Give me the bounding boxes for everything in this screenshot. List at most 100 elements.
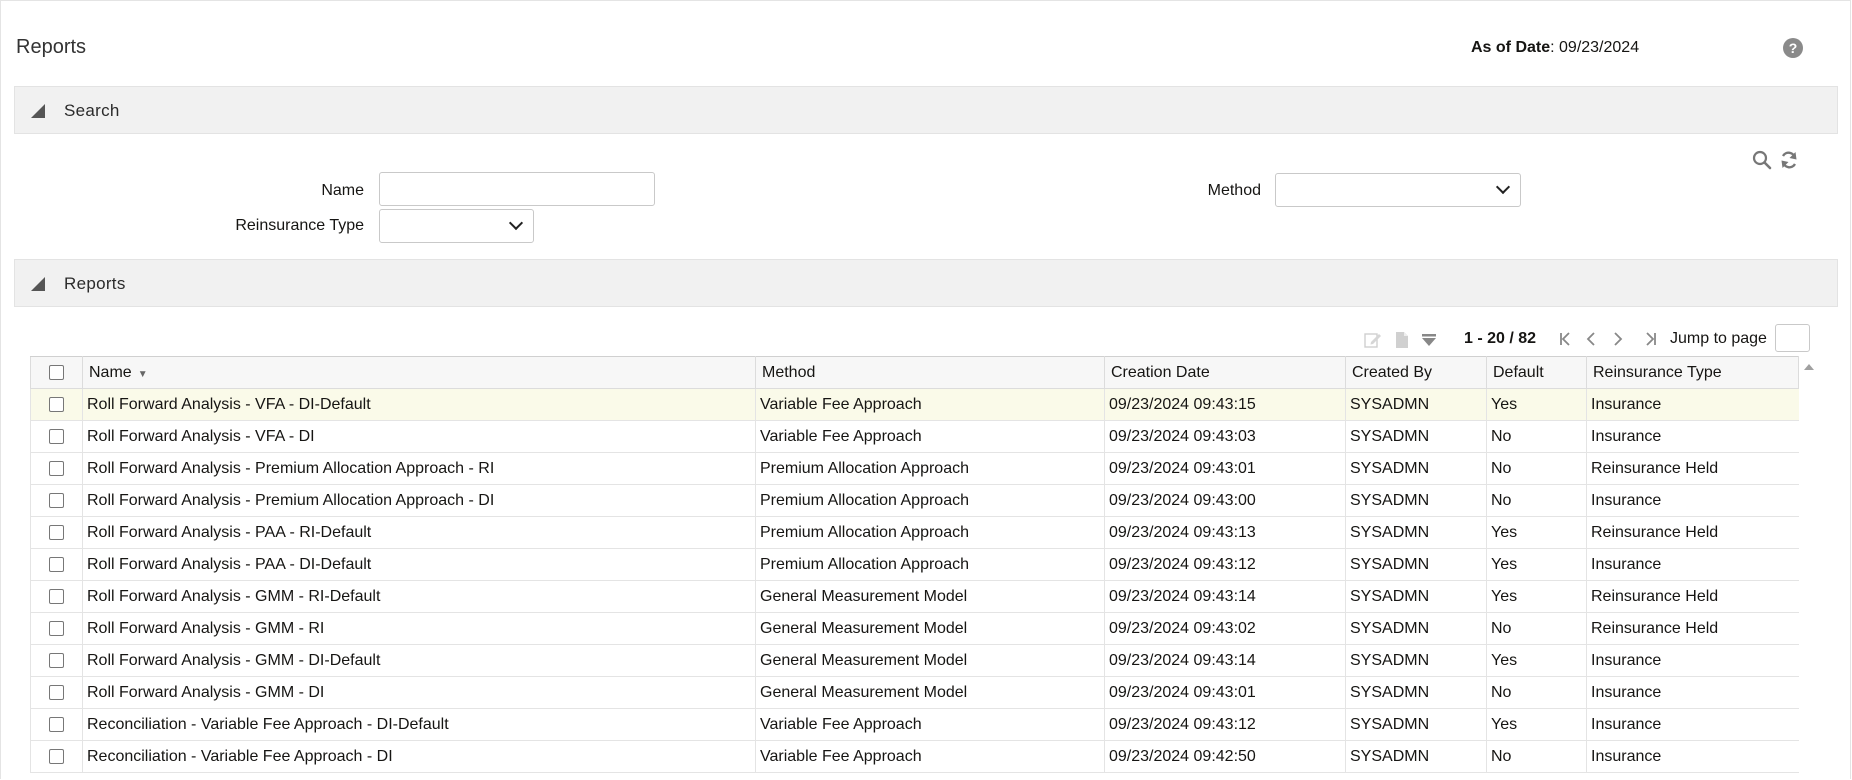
cell-creation-date: 09/23/2024 09:43:13 <box>1104 516 1346 549</box>
row-select-cell <box>30 388 83 421</box>
cell-reinsurance-type: Insurance <box>1586 484 1799 517</box>
column-header-default[interactable]: Default <box>1486 356 1587 389</box>
cell-created-by: SYSADMN <box>1345 612 1487 645</box>
as-of-date: As of Date: 09/23/2024 <box>1471 39 1639 57</box>
table-row[interactable]: Roll Forward Analysis - GMM - DI General… <box>30 676 1799 709</box>
select-all-cell <box>30 356 83 389</box>
cell-name[interactable]: Roll Forward Analysis - GMM - RI-Default <box>82 580 756 613</box>
cell-created-by: SYSADMN <box>1345 516 1487 549</box>
method-label: Method <box>1207 182 1261 199</box>
cell-name[interactable]: Roll Forward Analysis - GMM - DI <box>82 676 756 709</box>
first-page-icon[interactable] <box>1558 331 1572 347</box>
column-header-method[interactable]: Method <box>755 356 1105 389</box>
table-row[interactable]: Roll Forward Analysis - Premium Allocati… <box>30 452 1799 485</box>
filter-icon[interactable] <box>1420 331 1438 349</box>
cell-name[interactable]: Roll Forward Analysis - GMM - DI-Default <box>82 644 756 677</box>
jump-to-page-input[interactable] <box>1775 324 1810 352</box>
row-checkbox[interactable] <box>49 588 64 604</box>
row-checkbox[interactable] <box>49 620 64 636</box>
cell-creation-date: 09/23/2024 09:43:14 <box>1104 580 1346 613</box>
column-header-creation-date[interactable]: Creation Date <box>1104 356 1346 389</box>
cell-created-by: SYSADMN <box>1345 452 1487 485</box>
refresh-icon[interactable] <box>1779 150 1799 170</box>
table-row[interactable]: Roll Forward Analysis - PAA - RI-Default… <box>30 516 1799 549</box>
add-icon[interactable] <box>1393 331 1411 349</box>
search-icon[interactable] <box>1752 150 1772 170</box>
row-checkbox[interactable] <box>49 716 64 732</box>
edit-icon[interactable] <box>1364 331 1382 349</box>
cell-name[interactable]: Roll Forward Analysis - GMM - RI <box>82 612 756 645</box>
row-select-cell <box>30 676 83 709</box>
scroll-up-icon[interactable] <box>1804 364 1814 370</box>
cell-created-by: SYSADMN <box>1345 740 1487 773</box>
reports-panel-header[interactable]: Reports <box>14 259 1838 307</box>
table-row[interactable]: Roll Forward Analysis - Premium Allocati… <box>30 484 1799 517</box>
cell-created-by: SYSADMN <box>1345 580 1487 613</box>
reinsurance-type-select[interactable] <box>379 209 534 243</box>
column-header-name[interactable]: Name ▼ <box>82 356 756 389</box>
cell-creation-date: 09/23/2024 09:43:02 <box>1104 612 1346 645</box>
as-of-label: As of Date <box>1471 39 1551 56</box>
cell-created-by: SYSADMN <box>1345 484 1487 517</box>
cell-method: General Measurement Model <box>755 580 1105 613</box>
row-checkbox[interactable] <box>49 684 64 700</box>
cell-default: No <box>1486 420 1587 453</box>
row-select-cell <box>30 708 83 741</box>
table-row[interactable]: Roll Forward Analysis - PAA - DI-Default… <box>30 548 1799 581</box>
cell-name[interactable]: Reconciliation - Variable Fee Approach -… <box>82 740 756 773</box>
cell-default: Yes <box>1486 388 1587 421</box>
row-checkbox[interactable] <box>49 748 64 764</box>
row-select-cell <box>30 612 83 645</box>
collapse-triangle-icon[interactable] <box>31 104 45 118</box>
cell-name[interactable]: Roll Forward Analysis - Premium Allocati… <box>82 452 756 485</box>
table-row[interactable]: Roll Forward Analysis - VFA - DI Variabl… <box>30 420 1799 453</box>
row-checkbox[interactable] <box>49 556 64 572</box>
row-checkbox[interactable] <box>49 460 64 476</box>
table-row[interactable]: Roll Forward Analysis - GMM - RI General… <box>30 612 1799 645</box>
collapse-triangle-icon[interactable] <box>31 277 45 291</box>
row-checkbox[interactable] <box>49 652 64 668</box>
next-page-icon[interactable] <box>1612 331 1624 347</box>
cell-method: Variable Fee Approach <box>755 388 1105 421</box>
table-row[interactable]: Roll Forward Analysis - GMM - DI-Default… <box>30 644 1799 677</box>
row-checkbox[interactable] <box>49 524 64 540</box>
cell-default: Yes <box>1486 548 1587 581</box>
row-select-cell <box>30 452 83 485</box>
cell-reinsurance-type: Reinsurance Held <box>1586 452 1799 485</box>
row-checkbox[interactable] <box>49 492 64 508</box>
table-row[interactable]: Reconciliation - Variable Fee Approach -… <box>30 708 1799 741</box>
cell-name[interactable]: Reconciliation - Variable Fee Approach -… <box>82 708 756 741</box>
cell-reinsurance-type: Insurance <box>1586 708 1799 741</box>
cell-created-by: SYSADMN <box>1345 388 1487 421</box>
search-panel-header[interactable]: Search <box>14 86 1838 134</box>
table-row[interactable]: Reconciliation - Variable Fee Approach -… <box>30 740 1799 773</box>
cell-name[interactable]: Roll Forward Analysis - PAA - RI-Default <box>82 516 756 549</box>
row-checkbox[interactable] <box>49 428 64 444</box>
cell-reinsurance-type: Insurance <box>1586 676 1799 709</box>
method-select[interactable] <box>1275 173 1521 207</box>
select-all-checkbox[interactable] <box>49 364 64 380</box>
last-page-icon[interactable] <box>1644 331 1658 347</box>
cell-created-by: SYSADMN <box>1345 708 1487 741</box>
help-icon[interactable]: ? <box>1783 38 1803 58</box>
cell-reinsurance-type: Reinsurance Held <box>1586 580 1799 613</box>
table-row[interactable]: Roll Forward Analysis - VFA - DI-Default… <box>30 388 1799 421</box>
row-checkbox[interactable] <box>49 396 64 412</box>
cell-name[interactable]: Roll Forward Analysis - VFA - DI-Default <box>82 388 756 421</box>
cell-method: Variable Fee Approach <box>755 420 1105 453</box>
prev-page-icon[interactable] <box>1585 331 1597 347</box>
cell-reinsurance-type: Insurance <box>1586 644 1799 677</box>
sort-desc-icon[interactable]: ▼ <box>138 369 148 380</box>
name-input[interactable] <box>379 172 655 206</box>
column-header-reinsurance-type[interactable]: Reinsurance Type <box>1586 356 1799 389</box>
table-row[interactable]: Roll Forward Analysis - GMM - RI-Default… <box>30 580 1799 613</box>
cell-creation-date: 09/23/2024 09:43:00 <box>1104 484 1346 517</box>
chevron-down-icon <box>508 215 524 231</box>
column-header-created-by[interactable]: Created By <box>1345 356 1487 389</box>
cell-name[interactable]: Roll Forward Analysis - Premium Allocati… <box>82 484 756 517</box>
cell-name[interactable]: Roll Forward Analysis - PAA - DI-Default <box>82 548 756 581</box>
table-scrollbar[interactable] <box>1800 356 1817 780</box>
cell-default: Yes <box>1486 516 1587 549</box>
cell-creation-date: 09/23/2024 09:43:15 <box>1104 388 1346 421</box>
cell-name[interactable]: Roll Forward Analysis - VFA - DI <box>82 420 756 453</box>
